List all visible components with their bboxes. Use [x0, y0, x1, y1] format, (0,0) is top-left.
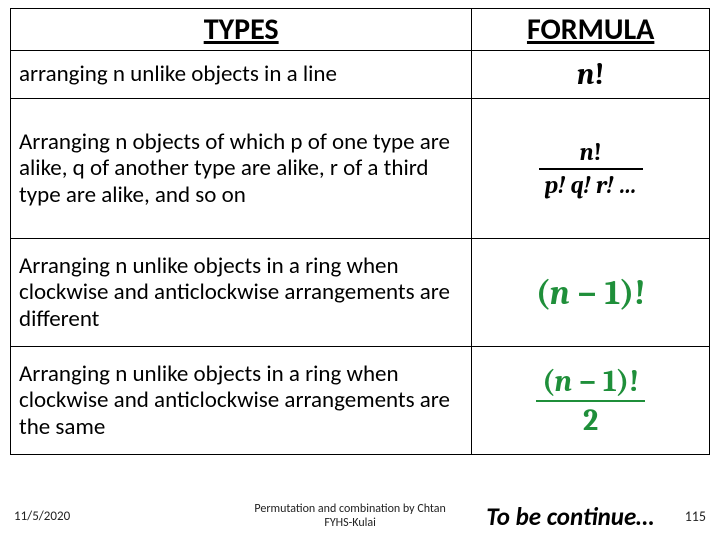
slide-footer: 11/5/2020 Permutation and combination by… — [0, 501, 720, 532]
fraction-denominator: p! q! r! … — [539, 172, 643, 198]
header-formula: FORMULA — [472, 9, 710, 51]
footer-continue: To be continue… — [486, 501, 654, 532]
footer-center-line1: Permutation and combination by Chtan — [254, 502, 445, 516]
paren-open: ( — [542, 364, 554, 399]
paren-close: ) — [620, 273, 634, 313]
formula-cell-ring-distinct: (n − 1)! — [472, 239, 710, 347]
fraction-denominator: 2 — [536, 404, 645, 437]
formula-text: n! — [577, 57, 605, 92]
paren-open: ( — [536, 273, 550, 313]
factorial-symbol: ! — [594, 57, 604, 92]
formula-cell-multiset: n! p! q! r! … — [472, 99, 710, 239]
var-n: n — [555, 364, 572, 399]
desc-cell: arranging n unlike objects in a line — [11, 51, 472, 99]
desc-cell: Arranging n unlike objects in a ring whe… — [11, 239, 472, 347]
footer-date: 11/5/2020 — [14, 509, 154, 524]
header-types: TYPES — [11, 9, 472, 51]
number-one: 1 — [605, 273, 621, 313]
factorial-symbol: ! — [594, 138, 602, 166]
fraction: n! p! q! r! … — [539, 139, 643, 198]
var-n: n — [577, 57, 594, 92]
fraction-bar — [536, 400, 645, 402]
fraction-bar — [539, 168, 643, 170]
table-row: Arranging n unlike objects in a ring whe… — [11, 347, 710, 455]
formula-text: (n − 1)! — [536, 273, 646, 313]
minus-sign: − — [572, 364, 603, 399]
var-n: n — [550, 273, 570, 313]
footer-page-number: 115 — [666, 508, 706, 525]
minus-sign: − — [570, 273, 605, 313]
desc-cell: Arranging n unlike objects in a ring whe… — [11, 347, 472, 455]
var-n: n — [580, 138, 594, 166]
table-header-row: TYPES FORMULA — [11, 9, 710, 51]
factorial-symbol: ! — [634, 273, 645, 313]
paren-close: ) — [617, 364, 629, 399]
desc-cell: Arranging n objects of which p of one ty… — [11, 99, 472, 239]
table-row: arranging n unlike objects in a line n! — [11, 51, 710, 99]
factorial-symbol: ! — [629, 364, 639, 399]
table-row: Arranging n objects of which p of one ty… — [11, 99, 710, 239]
footer-center-line2: FYHS-Kulai — [324, 516, 376, 530]
table-row: Arranging n unlike objects in a ring whe… — [11, 239, 710, 347]
slide: TYPES FORMULA arranging n unlike objects… — [0, 0, 720, 540]
number-one: 1 — [603, 364, 617, 399]
types-formula-table: TYPES FORMULA arranging n unlike objects… — [10, 8, 710, 455]
fraction-numerator: (n − 1)! — [536, 365, 645, 398]
formula-cell-n-factorial: n! — [472, 51, 710, 99]
formula-cell-ring-same: (n − 1)! 2 — [472, 347, 710, 455]
fraction-numerator: n! — [539, 139, 643, 165]
fraction: (n − 1)! 2 — [536, 365, 645, 437]
